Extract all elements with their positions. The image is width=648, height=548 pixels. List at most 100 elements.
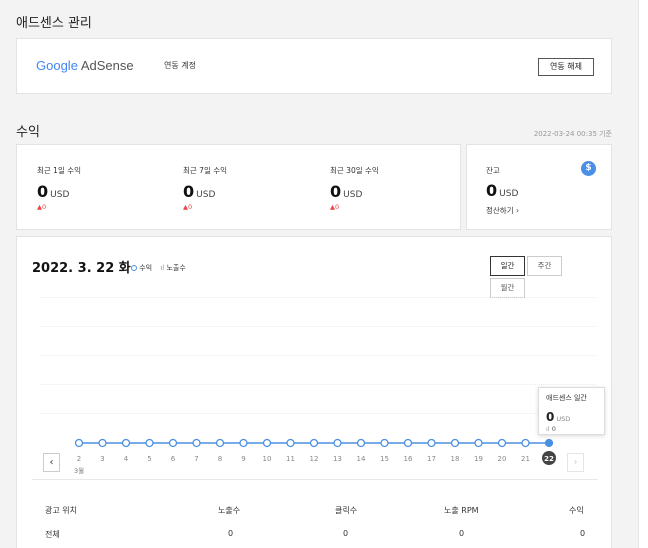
stat-30day: 최근 30일 수익 0 USD ▲0 (330, 165, 379, 211)
data-point[interactable] (262, 438, 272, 448)
stat-value: 0 (330, 182, 342, 201)
stat-value: 0 (183, 182, 195, 201)
data-point[interactable] (380, 438, 389, 448)
stat-unit: USD (50, 190, 70, 200)
stat-unit: USD (343, 190, 363, 200)
balance-unit: USD (499, 189, 519, 199)
x-tick-label: 15 (380, 455, 389, 463)
table-header-revenue: 수익 (569, 506, 584, 515)
data-point[interactable] (192, 438, 201, 448)
x-tick-label: 16 (404, 455, 413, 463)
x-tick-label: 12 (310, 455, 319, 463)
stat-change: ▲0 (330, 203, 340, 211)
stat-1day: 최근 1일 수익 0 USD ▲0 (37, 165, 81, 211)
x-tick-label: 9 (241, 455, 245, 463)
balance-card: 잔고 $ 0 USD 정산하기 › (466, 144, 612, 230)
data-point[interactable] (544, 438, 554, 448)
revenue-stats-card: 최근 1일 수익 0 USD ▲0 최근 7일 수익 0 USD ▲0 최근 30일… (16, 144, 461, 230)
linked-account-label: 연동 계정 (164, 61, 196, 70)
stat-value-row: 0 USD (330, 182, 379, 201)
x-tick-label: 22 (544, 455, 554, 463)
google-adsense-logo: Google AdSense (36, 58, 134, 73)
tooltip-value-row: 0 USD (546, 406, 597, 425)
table-cell-impressions: 0 (228, 529, 234, 538)
data-point[interactable] (239, 438, 248, 448)
x-tick-label: 14 (357, 455, 366, 463)
table-header-position: 광고 위치 (45, 506, 77, 515)
stat-value-row: 0 USD (37, 182, 81, 201)
adsense-section-title: 애드센스 관리 (16, 16, 92, 31)
data-point[interactable] (521, 438, 530, 448)
chart-month-label: 3월 (74, 467, 85, 475)
balance-label: 잔고 (486, 166, 500, 175)
stat-label: 최근 30일 수익 (330, 166, 379, 175)
x-tick-label: 13 (333, 455, 342, 463)
data-point[interactable] (98, 438, 107, 448)
stat-value-row: 0 USD (183, 182, 227, 201)
table-cell-revenue: 0 (580, 529, 586, 538)
x-tick-label: 5 (147, 455, 151, 463)
stat-7day: 최근 7일 수익 0 USD ▲0 (183, 165, 227, 211)
adsense-logo-text: AdSense (80, 58, 134, 73)
data-point[interactable] (474, 438, 483, 448)
data-point[interactable] (286, 438, 295, 448)
tooltip-sub: ıl 0 (546, 425, 597, 433)
x-tick-label: 6 (171, 455, 176, 463)
tooltip-title: 애드센스 일간 (546, 394, 587, 402)
data-point[interactable] (403, 438, 413, 448)
x-tick-label: 18 (451, 455, 460, 463)
x-tick-label: 21 (521, 455, 530, 463)
chart-next-button[interactable]: › (567, 453, 584, 472)
data-point[interactable] (145, 438, 154, 448)
dollar-icon: $ (581, 161, 596, 176)
data-point[interactable] (333, 438, 342, 448)
settle-link[interactable]: 정산하기 › (486, 205, 519, 216)
x-tick-label: 8 (218, 455, 222, 463)
revenue-timestamp: 2022-03-24 00:35 기준 (533, 130, 612, 138)
unlink-button[interactable]: 연동 해제 (538, 58, 594, 76)
x-tick-label: 2 (77, 455, 81, 463)
balance-value: 0 (486, 181, 498, 200)
x-tick-label: 19 (474, 455, 483, 463)
table-header-clicks: 클릭수 (335, 506, 358, 515)
chart-tooltip: 애드센스 일간 0 USD ıl 0 (538, 387, 605, 435)
divider (32, 479, 598, 480)
stat-change: ▲0 (37, 203, 47, 211)
table-cell-clicks: 0 (343, 529, 349, 538)
data-point[interactable] (168, 438, 178, 448)
tooltip-sub-value: 0 (551, 425, 556, 433)
table-header-rpm: 노출 RPM (444, 506, 479, 515)
data-point[interactable] (121, 438, 131, 448)
right-edge-panel (638, 0, 648, 548)
stat-value: 0 (37, 182, 49, 201)
x-tick-label: 10 (263, 455, 272, 463)
data-point[interactable] (356, 438, 366, 448)
table-cell-rpm: 0 (459, 529, 465, 538)
data-point[interactable] (74, 438, 84, 448)
stat-label: 최근 1일 수익 (37, 166, 82, 175)
table-cell-position: 전체 (45, 530, 60, 539)
data-point[interactable] (497, 438, 507, 448)
stat-unit: USD (196, 190, 216, 200)
data-point[interactable] (309, 438, 319, 448)
data-point[interactable] (215, 438, 225, 448)
x-tick-label: 4 (124, 455, 129, 463)
data-point[interactable] (450, 438, 460, 448)
x-tick-label: 20 (498, 455, 507, 463)
stat-label: 최근 7일 수익 (183, 166, 228, 175)
balance-value-row: 0 USD (486, 181, 518, 200)
x-tick-label: 3 (100, 455, 104, 463)
chart-prev-button[interactable]: ‹ (43, 453, 60, 472)
adsense-account-card: Google AdSense 연동 계정 연동 해제 (16, 38, 612, 94)
tooltip-value: 0 (546, 410, 555, 424)
x-tick-label: 17 (427, 455, 436, 463)
tooltip-unit: USD (556, 415, 571, 423)
x-tick-label: 7 (194, 455, 198, 463)
data-point[interactable] (427, 438, 436, 448)
x-tick-label: 11 (286, 455, 295, 463)
table-header-impressions: 노출수 (218, 506, 241, 515)
revenue-section-title: 수익 (16, 125, 40, 140)
revenue-line-chart: 2 3 4 5 6 7 8 9 10 11 12 13 14 15 16 17 18 19 20 21 22 (74, 438, 556, 465)
google-logo-text: Google (36, 58, 78, 73)
stat-change: ▲0 (183, 203, 193, 211)
